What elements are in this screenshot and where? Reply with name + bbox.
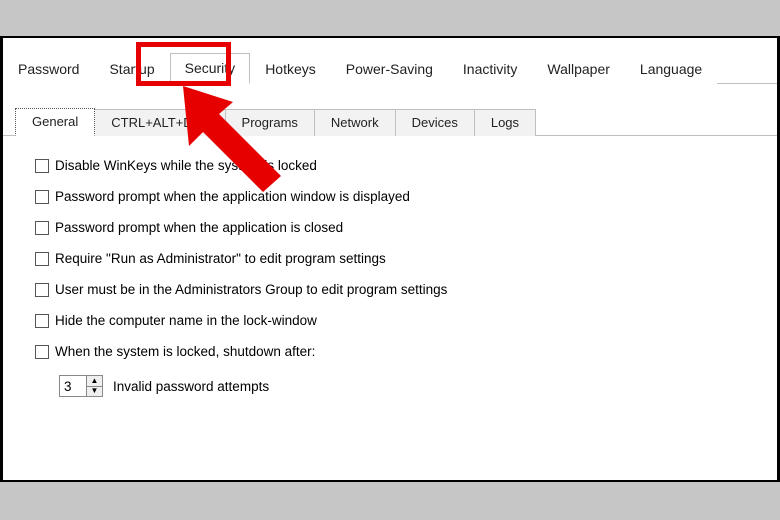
option-label: When the system is locked, shutdown afte… [55,344,315,359]
attempts-label: Invalid password attempts [113,379,269,394]
tab-hotkeys[interactable]: Hotkeys [250,54,331,84]
option-shutdown-after[interactable]: When the system is locked, shutdown afte… [35,344,777,359]
checkbox[interactable] [35,314,49,328]
checkbox[interactable] [35,283,49,297]
shutdown-attempts-row: 3 ▲ ▼ Invalid password attempts [59,375,777,397]
security-general-options: Disable WinKeys while the system is lock… [3,136,777,397]
option-label: User must be in the Administrators Group… [55,282,447,297]
option-password-prompt-closed[interactable]: Password prompt when the application is … [35,220,777,235]
tab-power-saving[interactable]: Power-Saving [331,54,448,84]
tab-security[interactable]: Security [170,53,251,84]
checkbox[interactable] [35,159,49,173]
tab-inactivity[interactable]: Inactivity [448,54,532,84]
option-label: Require "Run as Administrator" to edit p… [55,251,386,266]
subtab-logs[interactable]: Logs [475,109,536,136]
option-label: Disable WinKeys while the system is lock… [55,158,317,173]
stepper-down-icon[interactable]: ▼ [87,387,102,397]
option-label: Password prompt when the application win… [55,189,410,204]
option-label: Hide the computer name in the lock-windo… [55,313,317,328]
tab-startup[interactable]: Startup [94,54,169,84]
subtab-programs[interactable]: Programs [226,109,315,136]
checkbox[interactable] [35,190,49,204]
option-disable-winkeys[interactable]: Disable WinKeys while the system is lock… [35,158,777,173]
checkbox[interactable] [35,345,49,359]
stepper-up-icon[interactable]: ▲ [87,376,102,387]
attempts-stepper[interactable]: 3 ▲ ▼ [59,375,103,397]
subtab-devices[interactable]: Devices [396,109,475,136]
settings-window: Password Startup Security Hotkeys Power-… [3,38,777,480]
option-label: Password prompt when the application is … [55,220,343,235]
checkbox[interactable] [35,221,49,235]
option-require-admin[interactable]: Require "Run as Administrator" to edit p… [35,251,777,266]
tab-wallpaper[interactable]: Wallpaper [532,54,625,84]
subtab-general[interactable]: General [15,108,95,136]
top-tab-bar: Password Startup Security Hotkeys Power-… [3,38,777,84]
option-password-prompt-displayed[interactable]: Password prompt when the application win… [35,189,777,204]
tab-password[interactable]: Password [3,54,94,84]
sub-tab-bar: General CTRL+ALT+DEL Programs Network De… [3,102,777,136]
subtab-network[interactable]: Network [315,109,396,136]
attempts-value[interactable]: 3 [60,376,86,396]
subtab-ctrl-alt-del[interactable]: CTRL+ALT+DEL [95,109,225,136]
checkbox[interactable] [35,252,49,266]
option-admins-group[interactable]: User must be in the Administrators Group… [35,282,777,297]
tab-language[interactable]: Language [625,54,717,84]
option-hide-computer-name[interactable]: Hide the computer name in the lock-windo… [35,313,777,328]
